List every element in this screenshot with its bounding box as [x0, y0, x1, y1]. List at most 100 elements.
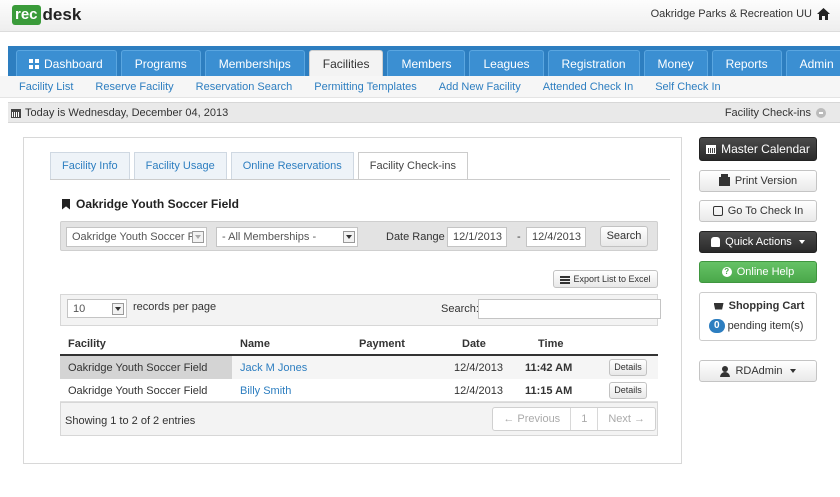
row-name-link[interactable]: Billy Smith	[240, 385, 291, 397]
tab-programs[interactable]: Programs	[120, 50, 201, 76]
subnav-reservation-search[interactable]: Reservation Search	[196, 81, 293, 93]
col-time[interactable]: Time	[538, 338, 563, 350]
table-row: Oakridge Youth Soccer Field Billy Smith …	[60, 379, 658, 402]
subnav-self-check-in[interactable]: Self Check In	[655, 81, 720, 93]
print-version-button[interactable]: Print Version	[699, 170, 817, 192]
row-time: 11:15 AM	[525, 385, 573, 397]
list-icon	[560, 275, 571, 284]
date-range-label: Date Range	[386, 231, 445, 243]
org-label: Oakridge Parks & Recreation UU	[650, 8, 812, 20]
col-name[interactable]: Name	[240, 338, 270, 350]
online-help-button[interactable]: ? Online Help	[699, 261, 817, 283]
cart-count-badge: 0	[709, 319, 725, 333]
tab-reports[interactable]: Reports	[711, 50, 782, 76]
master-calendar-button[interactable]: Master Calendar	[699, 137, 817, 161]
tab-label: Registration	[561, 56, 626, 71]
tab-facilities[interactable]: Facilities	[308, 50, 384, 76]
next-page-button[interactable]: Next →	[598, 408, 655, 430]
tab-money[interactable]: Money	[643, 50, 708, 76]
end-date-input[interactable]: 12/4/2013	[526, 227, 586, 247]
tab-online-reservations[interactable]: Online Reservations	[230, 152, 354, 179]
subnav-attended-check-in[interactable]: Attended Check In	[543, 81, 634, 93]
page-1-button[interactable]: 1	[571, 408, 599, 430]
user-name: RDAdmin	[735, 365, 783, 377]
sub-nav: Facility List Reserve Facility Reservati…	[0, 76, 840, 98]
search-label: Search:	[441, 303, 479, 315]
print-label: Print Version	[734, 175, 798, 187]
col-facility[interactable]: Facility	[68, 338, 106, 350]
export-excel-button[interactable]: Export List to Excel	[553, 270, 658, 288]
page-context[interactable]: Facility Check-ins	[725, 107, 826, 119]
subnav-permitting-templates[interactable]: Permitting Templates	[314, 81, 417, 93]
row-facility: Oakridge Youth Soccer Field	[68, 385, 208, 397]
quick-actions-button[interactable]: Quick Actions	[699, 231, 817, 253]
facility-panel: Facility Info Facility Usage Online Rese…	[23, 137, 682, 464]
facility-select[interactable]: Oakridge Youth Soccer F	[66, 227, 207, 247]
per-page-select[interactable]: 10	[67, 299, 127, 318]
user-menu-button[interactable]: RDAdmin	[699, 360, 817, 382]
row-date: 12/4/2013	[454, 385, 503, 397]
recdesk-logo[interactable]: rec desk	[12, 5, 81, 25]
subnav-reserve-facility[interactable]: Reserve Facility	[95, 81, 173, 93]
tab-facility-checkins[interactable]: Facility Check-ins	[357, 152, 468, 180]
search-input[interactable]	[478, 299, 661, 319]
export-label: Export List to Excel	[573, 274, 651, 284]
membership-select[interactable]: - All Memberships -	[216, 227, 358, 247]
calendar-icon	[706, 144, 717, 154]
grid-icon	[29, 58, 39, 69]
tab-dashboard[interactable]: Dashboard	[16, 50, 117, 76]
subnav-add-new-facility[interactable]: Add New Facility	[439, 81, 521, 93]
checkbox-icon	[712, 206, 723, 216]
col-payment[interactable]: Payment	[359, 338, 405, 350]
shopping-cart[interactable]: Shopping Cart 0 pending item(s)	[699, 292, 817, 341]
subnav-facility-list[interactable]: Facility List	[19, 81, 73, 93]
tab-label: Money	[657, 56, 694, 71]
date-bar: Today is Wednesday, December 04, 2013 Fa…	[8, 102, 840, 123]
tab-content: Oakridge Youth Soccer Field Oakridge You…	[50, 179, 670, 454]
bookmark-icon	[62, 198, 70, 210]
row-facility: Oakridge Youth Soccer Field	[68, 362, 208, 374]
facility-title: Oakridge Youth Soccer Field	[62, 197, 239, 211]
details-button[interactable]: Details	[609, 359, 647, 376]
context-label: Facility Check-ins	[724, 107, 811, 119]
tab-admin[interactable]: Admin	[785, 50, 840, 76]
question-icon: ?	[721, 267, 732, 277]
cart-pending-text: pending item(s)	[727, 320, 804, 332]
row-name-link[interactable]: Jack M Jones	[240, 362, 307, 374]
logo-rec: rec	[12, 5, 41, 25]
row-time: 11:42 AM	[525, 362, 573, 374]
home-icon[interactable]	[817, 8, 830, 20]
chevron-down-icon	[343, 231, 355, 243]
tab-memberships[interactable]: Memberships	[204, 50, 305, 76]
tab-registration[interactable]: Registration	[547, 50, 640, 76]
logo-desk: desk	[42, 5, 82, 24]
membership-select-value: - All Memberships -	[222, 231, 317, 243]
details-button[interactable]: Details	[609, 382, 647, 399]
tab-members[interactable]: Members	[387, 50, 466, 76]
tab-label: Memberships	[218, 56, 291, 71]
filter-bar: Oakridge Youth Soccer F - All Membership…	[60, 221, 658, 251]
tab-facility-usage[interactable]: Facility Usage	[133, 152, 227, 179]
date-dash: -	[517, 231, 521, 243]
chevron-down-icon	[112, 303, 124, 315]
print-icon	[718, 173, 730, 186]
table-footer: Showing 1 to 2 of 2 entries ← Previous 1…	[60, 402, 658, 436]
main-nav: Dashboard Programs Memberships Facilitie…	[8, 46, 840, 76]
start-date-input[interactable]: 12/1/2013	[447, 227, 507, 247]
help-label: Online Help	[736, 266, 795, 278]
top-bar: rec desk Oakridge Parks & Recreation UU	[0, 0, 840, 32]
go-to-check-in-button[interactable]: Go To Check In	[699, 200, 817, 222]
per-page-label: records per page	[133, 301, 217, 313]
search-button[interactable]: Search	[600, 226, 648, 247]
tab-facility-info[interactable]: Facility Info	[50, 152, 130, 179]
pagination: ← Previous 1 Next →	[492, 407, 656, 431]
collapse-icon[interactable]	[816, 108, 826, 118]
checkin-label: Go To Check In	[727, 205, 804, 217]
table-row: Oakridge Youth Soccer Field Jack M Jones…	[60, 356, 658, 379]
col-date[interactable]: Date	[462, 338, 486, 350]
tab-leagues[interactable]: Leagues	[469, 50, 544, 76]
tab-label: Dashboard	[44, 56, 103, 71]
prev-page-button[interactable]: ← Previous	[493, 408, 572, 430]
tab-label: Programs	[134, 56, 187, 71]
caret-down-icon	[789, 369, 796, 373]
